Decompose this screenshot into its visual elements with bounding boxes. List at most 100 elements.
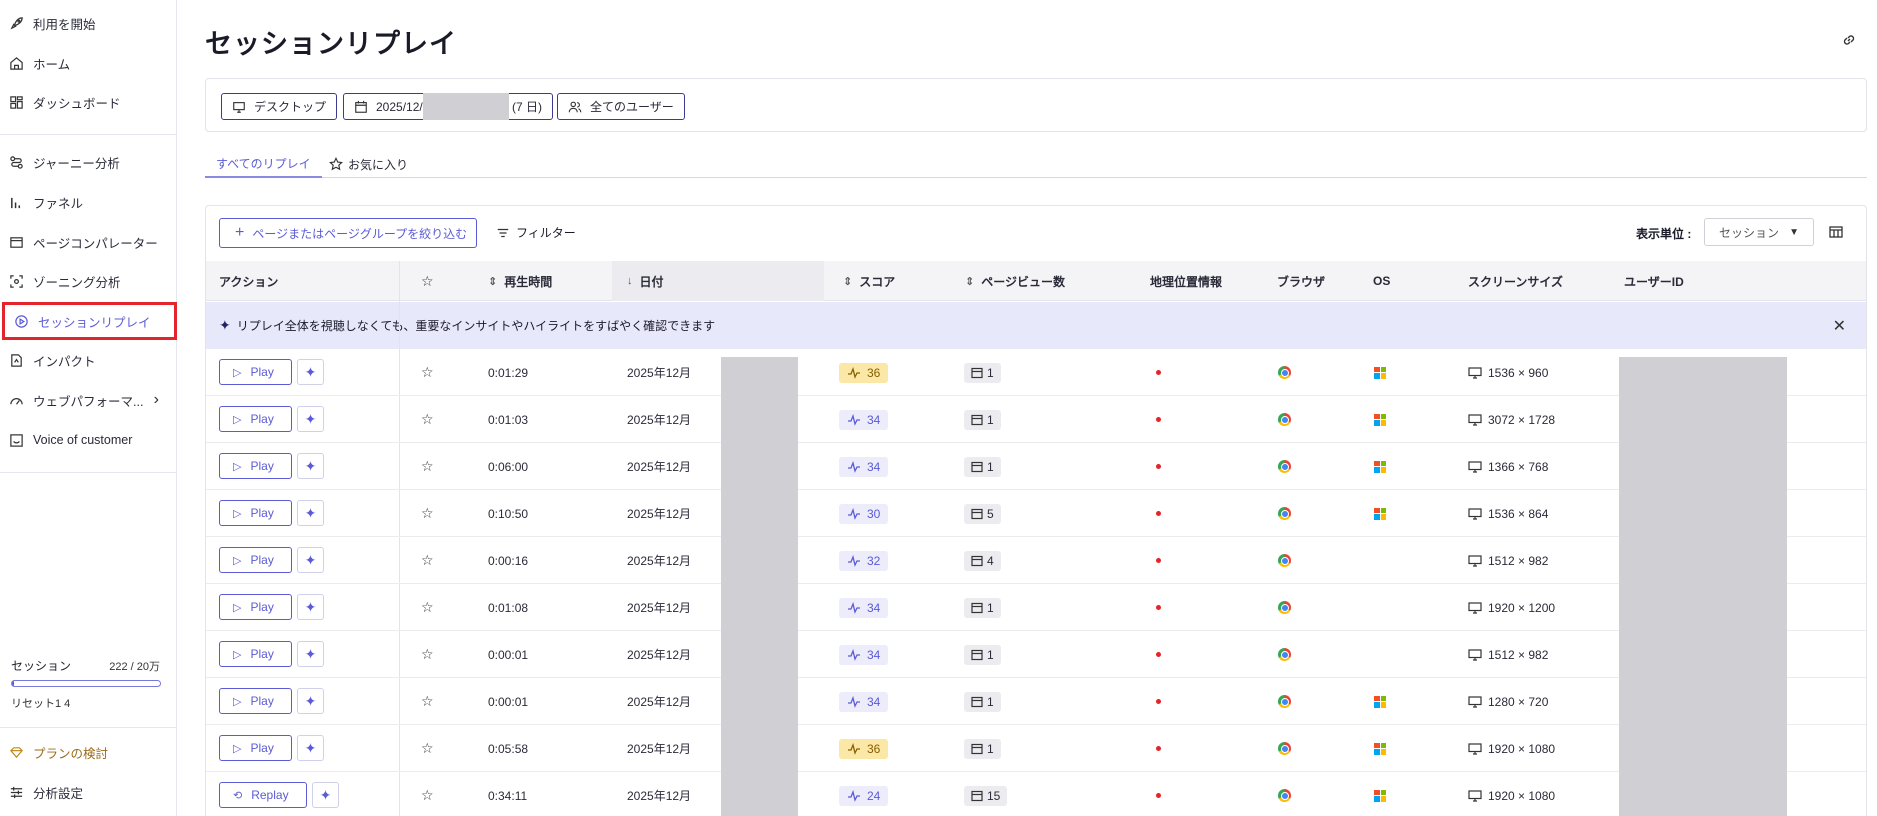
column-duration[interactable]: ⇕ 再生時間 <box>488 261 552 301</box>
favorite-toggle[interactable]: ☆ <box>421 772 434 816</box>
date-value: 2025年12月 <box>627 413 692 427</box>
page-icon <box>971 461 983 472</box>
device-filter-button[interactable]: デスクトップ <box>221 93 338 120</box>
ai-insight-button[interactable]: ✦ <box>297 547 324 573</box>
duration-value: 0:00:01 <box>488 647 529 662</box>
ai-insight-button[interactable]: ✦ <box>312 782 339 808</box>
play-button[interactable]: ▷ Play <box>219 735 292 761</box>
column-date[interactable]: ↓ 日付 <box>627 261 664 301</box>
sidebar-item-session-replay[interactable]: セッションリプレイ <box>2 302 177 340</box>
table-row[interactable]: ▷ Play ✦ ☆ 0:06:00 2025年12月 34 1 1366 × 768 <box>206 443 1866 490</box>
favorite-toggle[interactable]: ☆ <box>421 584 434 631</box>
filter-button[interactable]: フィルター <box>496 224 576 241</box>
score-cell: 34 <box>839 443 889 490</box>
date-cell: 2025年12月 <box>627 772 691 816</box>
table-row[interactable]: ▷ Play ✦ ☆ 0:05:58 2025年12月 36 1 1920 × 1080 <box>206 725 1866 772</box>
play-button[interactable]: ▷ Play <box>219 406 292 432</box>
ai-insight-button[interactable]: ✦ <box>297 359 324 385</box>
table-row[interactable]: ▷ Play ✦ ☆ 0:00:01 2025年12月 34 1 1512 × 982 <box>206 631 1866 678</box>
monitor-icon <box>1468 648 1482 661</box>
link-icon[interactable] <box>1841 32 1857 48</box>
table-row[interactable]: ⟲ Replay ✦ ☆ 0:34:11 2025年12月 24 15 1920 × 1080 <box>206 772 1866 816</box>
sidebar-item-settings[interactable]: 分析設定 <box>0 773 177 811</box>
table-row[interactable]: ▷ Play ✦ ☆ 0:01:29 2025年12月 36 1 1536 × 960 <box>206 349 1866 396</box>
sidebar-item-home[interactable]: ホーム <box>0 44 177 82</box>
table-row[interactable]: ▷ Play ✦ ☆ 0:00:01 2025年12月 34 1 1280 × 720 <box>206 678 1866 725</box>
favorite-toggle[interactable]: ☆ <box>421 537 434 584</box>
narrow-pages-button[interactable]: + ページまたはページグループを絞り込む <box>219 218 477 248</box>
tab-all-replays[interactable]: すべてのリプレイ <box>205 150 322 178</box>
favorite-toggle[interactable]: ☆ <box>421 349 434 396</box>
monitor-icon <box>1468 601 1482 614</box>
duration-cell: 0:00:01 <box>488 678 528 725</box>
table-row[interactable]: ▷ Play ✦ ☆ 0:01:03 2025年12月 34 1 3072 × 1728 <box>206 396 1866 443</box>
replay-button[interactable]: ⟲ Replay <box>219 782 307 808</box>
pulse-icon <box>848 413 860 426</box>
monitor-icon <box>1468 554 1482 567</box>
ai-insight-button[interactable]: ✦ <box>297 500 324 526</box>
ai-insight-button[interactable]: ✦ <box>297 594 324 620</box>
filter-icon <box>497 228 509 237</box>
play-button[interactable]: ▷ Play <box>219 594 292 620</box>
ai-insight-button[interactable]: ✦ <box>297 406 324 432</box>
ai-insight-button[interactable]: ✦ <box>297 735 324 761</box>
pageviews-value: 5 <box>987 506 994 521</box>
page-title: セッションリプレイ <box>205 29 457 59</box>
close-icon[interactable]: ✕ <box>1833 316 1846 336</box>
column-favorite[interactable]: ☆ <box>421 261 434 301</box>
table-row[interactable]: ▷ Play ✦ ☆ 0:10:50 2025年12月 30 5 1536 × 864 <box>206 490 1866 537</box>
user-filter-button[interactable]: 全てのユーザー <box>557 93 685 120</box>
geo-cell <box>1156 349 1161 396</box>
narrow-pages-label: ページまたはページグループを絞り込む <box>252 226 468 241</box>
chrome-icon <box>1278 507 1291 520</box>
sidebar-item-voice-of-customer[interactable]: Voice of customer <box>0 421 177 459</box>
tab-favorites[interactable]: お気に入り <box>318 150 419 178</box>
play-button[interactable]: ▷ Play <box>219 453 292 479</box>
location-flag-icon <box>1156 417 1161 422</box>
screen-size-cell: 1920 × 1080 <box>1468 772 1555 816</box>
windows-icon <box>1374 460 1386 473</box>
play-button[interactable]: ▷ Play <box>219 500 292 526</box>
screen-size-value: 1536 × 960 <box>1488 365 1549 380</box>
sidebar-item-dashboard[interactable]: ダッシュボード <box>0 83 177 121</box>
display-unit-select[interactable]: セッション ▼ <box>1704 218 1814 246</box>
star-icon: ☆ <box>421 599 434 615</box>
play-button[interactable]: ▷ Play <box>219 547 292 573</box>
favorite-toggle[interactable]: ☆ <box>421 725 434 772</box>
sort-icon: ⇕ <box>965 275 975 288</box>
sidebar-item-funnel[interactable]: ファネル <box>0 183 177 221</box>
favorite-toggle[interactable]: ☆ <box>421 678 434 725</box>
chrome-icon <box>1278 648 1291 661</box>
column-pageviews[interactable]: ⇕ ページビュー数 <box>965 261 1065 301</box>
favorite-toggle[interactable]: ☆ <box>421 631 434 678</box>
column-user-id: ユーザーID <box>1624 261 1684 301</box>
tab-label: お気に入り <box>348 157 409 172</box>
table-row[interactable]: ▷ Play ✦ ☆ 0:00:16 2025年12月 32 4 1512 × 982 <box>206 537 1866 584</box>
play-button[interactable]: ▷ Play <box>219 641 292 667</box>
ai-insight-button[interactable]: ✦ <box>297 688 324 714</box>
favorite-toggle[interactable]: ☆ <box>421 443 434 490</box>
sidebar-item-journey[interactable]: ジャーニー分析 <box>0 143 177 181</box>
play-button[interactable]: ▷ Play <box>219 688 292 714</box>
favorite-toggle[interactable]: ☆ <box>421 490 434 537</box>
pageviews-badge: 1 <box>964 362 1001 383</box>
column-score[interactable]: ⇕ スコア <box>843 261 895 301</box>
sidebar-item-impact[interactable]: インパクト <box>0 341 177 379</box>
table-row[interactable]: ▷ Play ✦ ☆ 0:01:08 2025年12月 34 1 1920 × 1200 <box>206 584 1866 631</box>
sidebar-item-plan[interactable]: プランの検討 <box>0 733 177 771</box>
sidebar-item-web-performance[interactable]: ウェブパフォーマ... › <box>0 381 177 419</box>
sort-icon: ⇕ <box>488 275 498 288</box>
favorite-toggle[interactable]: ☆ <box>421 396 434 443</box>
sidebar-item-zoning[interactable]: ゾーニング分析 <box>0 262 177 300</box>
ai-insight-button[interactable]: ✦ <box>297 641 324 667</box>
sidebar-item-getting-started[interactable]: 利用を開始 <box>0 4 177 42</box>
browser-cell <box>1278 678 1291 725</box>
play-icon: ▷ <box>233 742 242 755</box>
ai-insight-button[interactable]: ✦ <box>297 453 324 479</box>
play-button[interactable]: ▷ Play <box>219 359 292 385</box>
duration-value: 0:06:00 <box>488 459 529 474</box>
columns-icon[interactable] <box>1828 224 1844 240</box>
rocket-icon <box>9 16 24 31</box>
sidebar-item-label: 分析設定 <box>33 786 84 801</box>
sidebar-item-comparator[interactable]: ページコンパレーター <box>0 223 177 261</box>
